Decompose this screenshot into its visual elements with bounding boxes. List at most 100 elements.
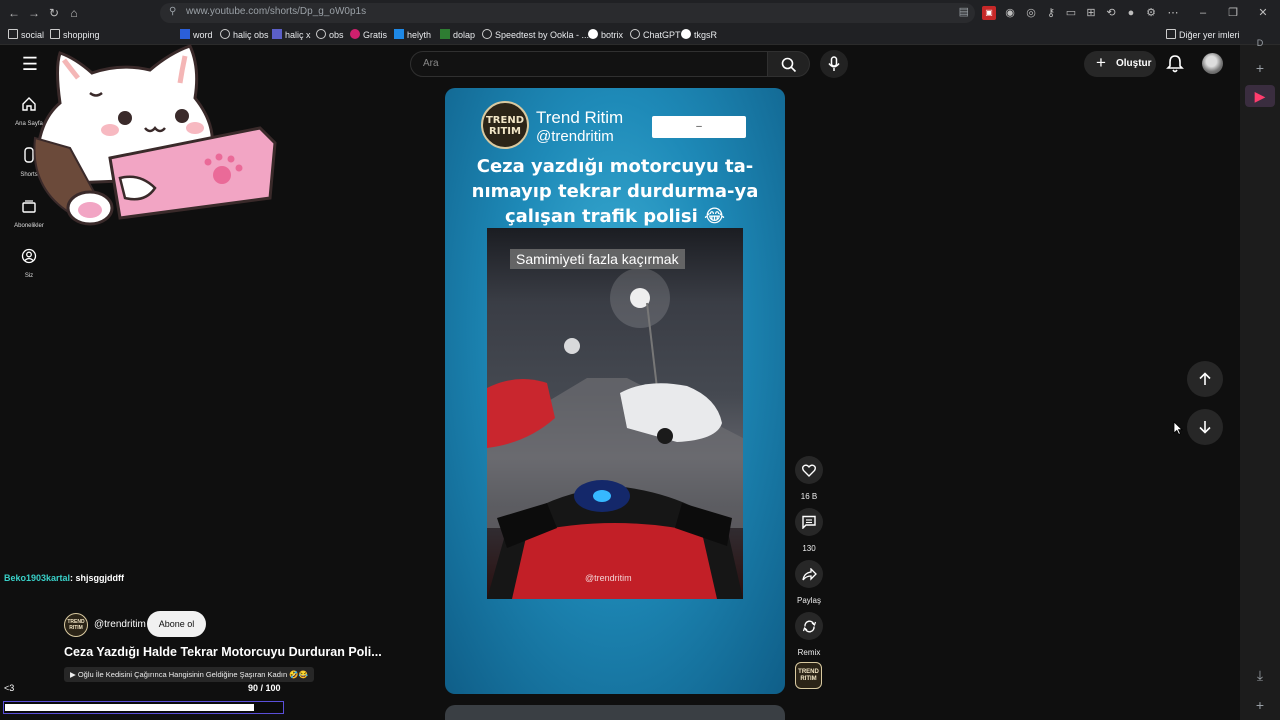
speedtest-icon [482, 29, 492, 39]
address-bar[interactable]: ⚲ www.youtube.com/shorts/Dp_g_oW0p1s ▤ [160, 3, 975, 23]
key-icon[interactable]: ⚷ [1044, 6, 1058, 20]
create-button[interactable]: + Oluştur [1084, 51, 1156, 77]
chat-text: : shjsggjddff [70, 573, 125, 583]
bookmark-item[interactable]: ChatGPT [630, 29, 681, 40]
profile-extension-icon[interactable]: ● [1124, 6, 1138, 20]
comment-icon [802, 515, 816, 529]
share-icon [801, 567, 817, 581]
bookmark-item[interactable]: Gratis [350, 29, 387, 40]
folder-icon [8, 29, 18, 39]
globe-icon [316, 29, 326, 39]
bookmark-icon[interactable]: ⊞ [1084, 6, 1098, 20]
cat-sticker-overlay [33, 44, 277, 226]
browser-toolbar: ← → ↻ ⌂ ⚲ www.youtube.com/shorts/Dp_g_oW… [0, 0, 1280, 26]
channel-handle[interactable]: @trendritim [94, 619, 146, 630]
add-panel-icon[interactable]: + [1252, 697, 1268, 713]
share-button[interactable]: Paylaş [794, 560, 824, 605]
comment-count: 130 [802, 544, 816, 553]
channel-avatar[interactable]: TREND RITIM [64, 613, 88, 637]
bookmark-item[interactable]: botrix [588, 29, 623, 40]
mouse-cursor-icon [1173, 421, 1183, 435]
remix-label: Remix [797, 648, 821, 657]
video-watermark: @trendritim [585, 573, 632, 583]
remix-button[interactable]: Remix [794, 612, 824, 657]
extension-icon[interactable]: ▣ [982, 6, 996, 20]
goal-progress-text: 90 / 100 [248, 683, 281, 693]
home-browser-icon[interactable]: ⌂ [66, 5, 82, 21]
dolap-icon [440, 29, 450, 39]
bookmark-item[interactable]: obs [316, 29, 344, 40]
download-icon[interactable]: ⤓ [1252, 667, 1268, 683]
forward-icon[interactable]: → [26, 5, 42, 21]
bing-icon [394, 29, 404, 39]
sidebar-item-you[interactable]: Siz [8, 248, 50, 279]
close-icon[interactable]: ✕ [1256, 6, 1270, 20]
youtube-panel-icon[interactable]: ▶ [1245, 85, 1275, 107]
extension-icon[interactable]: ◉ [1003, 6, 1017, 20]
bookmark-item[interactable]: tkgsR [681, 29, 717, 40]
chat-username: Beko1903kartal [4, 573, 71, 583]
like-button[interactable]: 16 B [794, 456, 824, 501]
browser-side-panel: D + ▶ ⤓ + [1240, 38, 1280, 720]
back-icon[interactable]: ← [6, 5, 22, 21]
search-input[interactable]: Ara [410, 51, 768, 77]
arrow-up-icon [1199, 372, 1211, 385]
plus-icon: + [1096, 53, 1106, 72]
reload-icon[interactable]: ↻ [46, 5, 62, 21]
sound-channel-logo[interactable]: TREND RITIM [795, 662, 822, 689]
video-title[interactable]: Ceza Yazdığı Halde Tekrar Motorcuyu Durd… [64, 645, 382, 659]
arrow-down-icon [1199, 421, 1211, 434]
panel-letter-icon[interactable]: D [1252, 35, 1268, 51]
shorts-player[interactable]: TREND RITIM Trend Ritim @trendritim – Ce… [445, 88, 785, 694]
bookmark-item[interactable]: dolap [440, 29, 475, 40]
bell-icon [1166, 55, 1184, 73]
overlay-subscribe-pill: – [652, 116, 746, 138]
voice-search-button[interactable] [820, 50, 848, 78]
botrix-icon [588, 29, 598, 39]
video-headline: Ceza yazdığı motorcuyu ta-nımayıp tekrar… [471, 156, 759, 227]
tkgs-icon [681, 29, 691, 39]
you-icon [21, 248, 37, 264]
other-bookmarks[interactable]: Diğer yer imleri [1166, 29, 1240, 40]
maximize-icon[interactable]: ❐ [1226, 6, 1240, 20]
subscribe-button[interactable]: Abone ol [147, 611, 206, 637]
search-placeholder: Ara [423, 58, 439, 69]
camera-icon[interactable]: ◎ [1024, 6, 1038, 20]
chatgpt-icon [630, 29, 640, 39]
previous-short-button[interactable] [1187, 361, 1223, 397]
video-frame: Samimiyeti fazla kaçırmak @trendritim [487, 228, 743, 599]
remix-icon [802, 619, 816, 633]
goal-progress-fill [5, 704, 254, 711]
next-short-button[interactable] [1187, 409, 1223, 445]
minimize-icon[interactable]: – [1196, 6, 1210, 20]
add-icon[interactable]: + [1252, 60, 1268, 76]
site-info-icon[interactable]: ⚲ [169, 6, 176, 17]
goal-progress-bar [3, 701, 284, 714]
search-button[interactable] [768, 51, 810, 77]
overlay-channel-handle: @trendritim [536, 128, 614, 145]
bookmark-item[interactable]: Speedtest by Ookla - ... [482, 29, 589, 40]
video-caption: Samimiyeti fazla kaçırmak [510, 249, 685, 269]
avatar[interactable] [1202, 53, 1223, 74]
share-label: Paylaş [796, 596, 821, 605]
gratis-icon [350, 29, 360, 39]
mic-icon [828, 56, 840, 71]
reader-icon[interactable]: ▤ [959, 5, 969, 18]
settings-icon[interactable]: ⚙ [1144, 6, 1158, 20]
overlay-heart-text: <3 [4, 683, 15, 693]
related-video-link[interactable]: ▶ Oğlu İle Kedisini Çağırınca Hangisinin… [64, 667, 314, 682]
channel-logo: TREND RITIM [481, 101, 529, 149]
chat-message: Beko1903kartal: shjsggjddff [4, 573, 124, 583]
more-icon[interactable]: ⋯ [1166, 6, 1180, 20]
night-road-scene [487, 268, 743, 599]
folder-icon [1166, 29, 1176, 39]
url-text: www.youtube.com/shorts/Dp_g_oW0p1s [186, 6, 367, 17]
overlay-channel-name: Trend Ritim [536, 108, 624, 127]
bookmark-item[interactable]: helyth [394, 29, 431, 40]
search-icon [781, 57, 797, 73]
history-icon[interactable]: ⟲ [1104, 6, 1118, 20]
reading-list-icon[interactable]: ▭ [1064, 6, 1078, 20]
comment-button[interactable]: 130 [794, 508, 824, 553]
notifications-button[interactable] [1166, 54, 1184, 74]
next-short-preview[interactable] [445, 705, 785, 720]
